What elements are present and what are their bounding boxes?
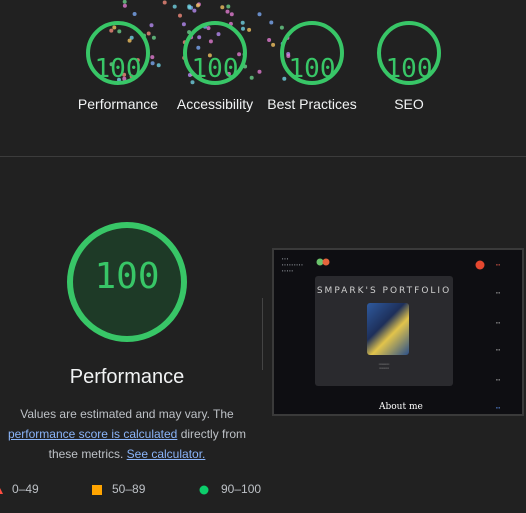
screenshot-avatar-icon <box>475 260 485 270</box>
gauge-score: 100 <box>94 54 142 84</box>
gauge-score: 100 <box>288 54 336 84</box>
vertical-divider <box>262 298 263 370</box>
square-icon <box>92 484 102 495</box>
category-scores-row: 100 Performance 100 Accessibility 100 Be… <box>0 0 526 156</box>
legend-average: 50–89 <box>92 482 145 496</box>
score-legend: 0–49 50–89 90–100 <box>0 482 526 500</box>
legend-pass: 90–100 <box>199 482 261 496</box>
performance-score: 100 <box>94 256 160 297</box>
screenshot-about-heading: About me <box>379 402 423 412</box>
screenshot-portfolio-card: SMPARK'S PORTFOLIO ▪▪▪▪▪▪▪▪▪▪ ▪▪▪▪▪▪▪▪▪ <box>315 276 453 386</box>
performance-description: Values are estimated and may vary. The p… <box>0 404 254 464</box>
screenshot-toggle-icon <box>316 258 330 266</box>
final-screenshot[interactable]: ▪▪▪ ▪▪▪▪▪▪▪▪▪ ▪▪▪▪▪ ▪▪▪ ▪▪▪ ▪▪▪ ▪▪▪ ▪▪▪ ▪▪… <box>272 248 524 416</box>
screenshot-nav-item: ▪▪▪ <box>496 405 501 410</box>
gauge-seo[interactable]: 100 SEO <box>361 20 457 114</box>
gauge-best-practices[interactable]: 100 Best Practices <box>264 20 360 114</box>
screenshot-nav-item: ▪▪▪ <box>496 320 501 325</box>
legend-range: 90–100 <box>221 482 262 496</box>
legend-fail: 0–49 <box>0 482 39 496</box>
screenshot-nav-item: ▪▪▪ <box>496 377 501 382</box>
see-calculator-link[interactable]: See calculator. <box>127 447 206 461</box>
gauge-performance[interactable]: 100 Performance <box>70 20 166 114</box>
gauge-label: SEO <box>394 96 424 112</box>
triangle-icon <box>0 487 3 494</box>
gauge-score: 100 <box>191 54 239 84</box>
screenshot-card-title: SMPARK'S PORTFOLIO <box>316 286 452 296</box>
section-divider <box>0 156 526 157</box>
screenshot-nav-item: ▪▪▪ <box>496 262 501 267</box>
gauge-label: Accessibility <box>176 96 254 112</box>
gauge-label: Performance <box>77 96 159 112</box>
screenshot-nav-item: ▪▪▪ <box>496 290 501 295</box>
gauge-accessibility[interactable]: 100 Accessibility <box>167 20 263 114</box>
performance-title: Performance <box>69 366 185 388</box>
legend-range: 50–89 <box>112 482 146 496</box>
screenshot-card-caption: ▪▪▪▪▪▪▪▪▪▪ ▪▪▪▪▪▪▪▪▪ <box>378 362 390 370</box>
screenshot-nav-item: ▪▪▪ <box>496 347 501 352</box>
screenshot-artwork-image <box>367 303 409 355</box>
circle-icon <box>199 485 209 495</box>
score-calculated-link[interactable]: performance score is calculated <box>8 427 177 441</box>
description-text: these metrics. <box>48 447 127 461</box>
gauge-label: Best Practices <box>267 96 357 112</box>
legend-range: 0–49 <box>12 482 39 496</box>
description-text: directly from <box>177 427 247 441</box>
screenshot-logo-text: ▪▪▪ ▪▪▪▪▪▪▪▪▪ ▪▪▪▪▪ <box>282 256 304 273</box>
gauge-score: 100 <box>385 54 433 84</box>
description-text: Values are estimated and may vary. The <box>20 407 234 421</box>
